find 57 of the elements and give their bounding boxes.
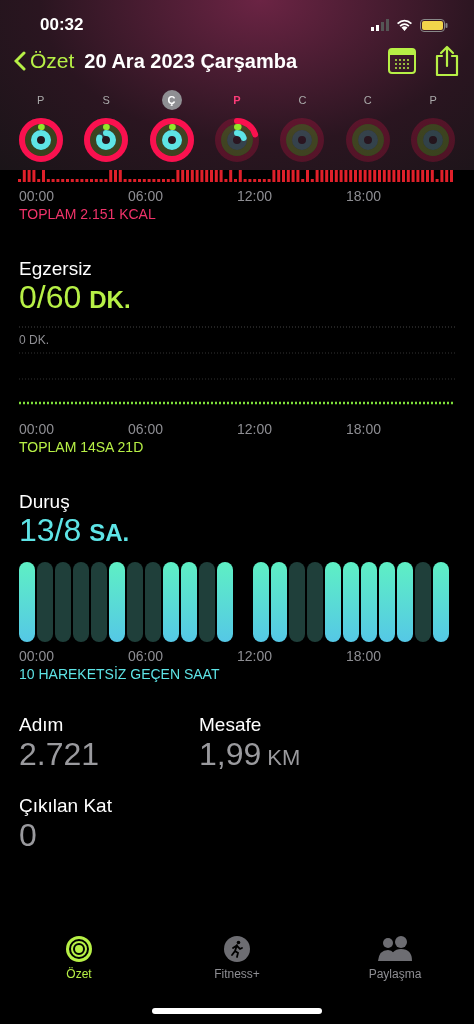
runner-icon: [223, 935, 251, 963]
axis-label: 00:00: [19, 648, 56, 664]
stat-label: Mesafe: [199, 714, 263, 736]
axis-label: 06:00: [128, 421, 165, 437]
nav-title: 20 Ara 2023 Çarşamba: [84, 49, 299, 73]
day-button[interactable]: P: [400, 90, 466, 164]
axis-label: 06:00: [128, 648, 165, 664]
stat-value: 1,99: [199, 736, 262, 773]
day-button[interactable]: C: [335, 90, 401, 164]
day-label: S: [101, 93, 111, 108]
tab-button[interactable]: Özet: [0, 934, 158, 982]
day-label: Ç: [161, 90, 182, 110]
axis-label: 00:00: [19, 421, 56, 437]
section-title: Duruş: [19, 491, 71, 513]
people-icon: [377, 935, 413, 963]
day-label: C: [297, 93, 308, 108]
status-time: 00:32: [40, 15, 84, 35]
chevron-left-icon: [14, 51, 26, 71]
axis-label: 18:00: [346, 421, 383, 437]
day-label: P: [428, 93, 438, 108]
axis-label: 00:00: [19, 188, 56, 204]
axis-label: 18:00: [346, 188, 383, 204]
chart-label: 0 DK.: [19, 333, 49, 347]
section-title: Egzersiz: [19, 258, 93, 280]
stat-value: 0: [19, 817, 37, 854]
stat-label: Adım: [19, 714, 65, 736]
battery-icon: [420, 18, 448, 32]
axis-label: 12:00: [237, 648, 274, 664]
day-label: C: [362, 93, 373, 108]
wifi-icon: [396, 19, 413, 31]
back-button[interactable]: Özet: [14, 49, 75, 73]
stat-unit: KM: [267, 745, 301, 771]
stat-value: 2.721: [19, 736, 100, 773]
day-button[interactable]: C: [269, 90, 336, 164]
day-button[interactable]: P: [8, 90, 74, 164]
day-label: P: [232, 93, 242, 108]
exercise-unit: DK.: [89, 285, 131, 315]
calorie-total: TOPLAM 2.151 KCAL: [19, 206, 157, 222]
stand-unit: SA.: [89, 518, 130, 548]
day-label: P: [36, 93, 46, 108]
day-button[interactable]: S: [73, 90, 139, 164]
exercise-value: 0/60: [19, 280, 82, 314]
tab-button[interactable]: Paylaşma: [316, 934, 474, 982]
activity-rings-icon: [65, 935, 93, 963]
stand-value: 13/8: [19, 513, 82, 547]
signal-icon: [371, 19, 389, 31]
share-button[interactable]: [434, 45, 460, 77]
calendar-button[interactable]: [388, 48, 416, 74]
axis-label: 12:00: [237, 188, 274, 204]
axis-label: 06:00: [128, 188, 165, 204]
exercise-total: TOPLAM 14SA 21D: [19, 439, 145, 455]
axis-label: 12:00: [237, 421, 274, 437]
axis-label: 18:00: [346, 648, 383, 664]
tab-button[interactable]: Fitness+: [158, 934, 316, 982]
stat-label: Çıkılan Kat: [19, 795, 113, 817]
day-button[interactable]: P: [204, 90, 270, 164]
stand-total: 10 HAREKETSİZ GEÇEN SAAT: [19, 666, 221, 682]
